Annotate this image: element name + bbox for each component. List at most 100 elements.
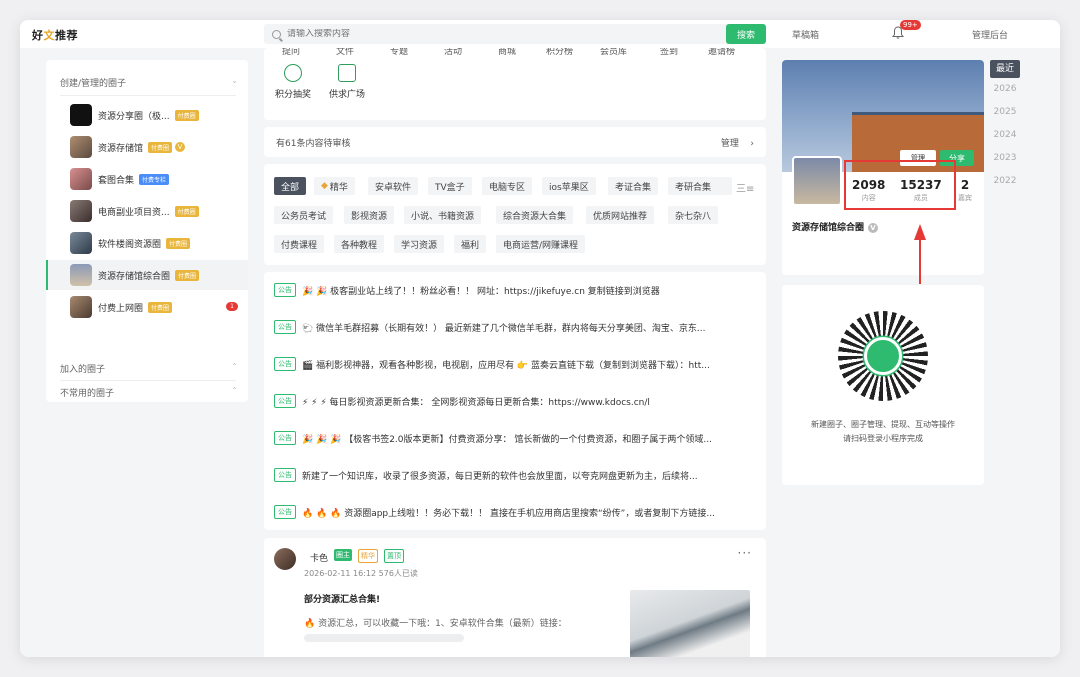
nav-item[interactable]: 文件	[336, 48, 354, 57]
category-tag[interactable]: ios苹果区	[542, 177, 596, 195]
category-tag[interactable]: 电脑专区	[482, 177, 533, 195]
sidebar-item-circle[interactable]: 电商副业项目资... 付费圈	[46, 196, 248, 226]
owner-tag: 圈主	[334, 549, 352, 561]
nav-item-market[interactable]: 供求广场	[327, 64, 367, 100]
announcement-item[interactable]: 公告 🐑 微信羊毛群招募（长期有效！） 最近新建了几个微信羊毛群，群内将每天分享美…	[274, 319, 756, 335]
category-tag-featured[interactable]: ◆ 精华	[314, 177, 355, 195]
category-tag[interactable]: 电商运营/网赚课程	[496, 235, 586, 253]
post-image[interactable]	[630, 590, 750, 657]
announcement-tag: 公告	[274, 394, 296, 408]
pending-review-text: 有61条内容待审核	[276, 138, 351, 149]
sidebar-item-circle[interactable]: 套图合集 付费专栏	[46, 164, 248, 194]
chevron-right-icon: ›	[750, 138, 754, 149]
wheel-icon	[284, 64, 302, 82]
announcement-item[interactable]: 公告 🔥 🔥 🔥 资源圈app上线啦！！务必下载！！ 直接在手机应用商店里搜索“纷…	[274, 504, 756, 520]
post-card[interactable]: 卡色 圈主 精华 置顶 2026-02-11 16:12 576人已读 ··· …	[264, 538, 766, 657]
pending-review-bar[interactable]: 有61条内容待审核 管理 ›	[264, 127, 766, 157]
post-author[interactable]: 卡色	[310, 551, 328, 564]
category-tag-active[interactable]: 全部	[274, 177, 307, 195]
announcement-item[interactable]: 公告 🎉 🎉 极客副业站上线了！！粉丝必看！！ 网址：https://jikefu…	[274, 282, 756, 298]
category-tag[interactable]: TV盒子	[428, 177, 472, 195]
nav-item[interactable]: 专题	[390, 48, 408, 57]
manage-link[interactable]: 管理 ›	[721, 136, 754, 149]
year-item[interactable]: 2026	[990, 78, 1020, 101]
category-tag[interactable]: 小说、书籍资源	[404, 206, 482, 224]
nav-item[interactable]: 活动	[444, 48, 462, 57]
top-header: 好文推荐 搜索 草稿箱 99+ 管理后台	[20, 20, 1060, 48]
sidebar-item-circle[interactable]: 软件楼阁资源圈 付费圈	[46, 228, 248, 258]
chevron-up-icon[interactable]: ⌃	[231, 386, 238, 395]
drafts-link[interactable]: 草稿箱	[792, 28, 819, 41]
announcement-item[interactable]: 公告 🎉 🎉 🎉 【极客书签2.0版本更新】付费资源分享： 馆长新做的一个付费资源…	[274, 430, 756, 446]
announcement-item[interactable]: 公告 新建了一个知识库，收录了很多资源，每日更新的软件也会放里面，以夸克网盘更新为…	[274, 467, 756, 483]
site-logo[interactable]: 好文推荐	[32, 27, 78, 43]
chevron-up-icon[interactable]: ⌃	[231, 362, 238, 371]
nav-item[interactable]: 商城	[498, 48, 516, 57]
diamond-icon: ◆	[321, 181, 328, 191]
category-tag[interactable]: 考研合集	[668, 177, 732, 195]
search-button[interactable]: 搜索	[726, 24, 766, 44]
sidebar-item-circle-active[interactable]: 资源存储馆综合圈 付费圈	[46, 260, 248, 290]
market-icon	[338, 64, 356, 82]
category-tag[interactable]: 杂七杂八	[668, 206, 719, 224]
category-tag[interactable]: 付费课程	[274, 235, 325, 253]
announcement-item[interactable]: 公告 ⚡ ⚡ ⚡ 每日影视资源更新合集： 全网影视资源每日更新合集：https:/…	[274, 393, 756, 409]
sidebar-item-circle[interactable]: 付费上网圈 付费圈 1	[46, 292, 248, 322]
announcement-tag: 公告	[274, 431, 296, 445]
sidebar-item-circle[interactable]: 资源存储馆 付费圈 V	[46, 132, 248, 162]
circle-thumbnail	[70, 200, 92, 222]
more-categories-icon[interactable]: 三≡	[736, 180, 754, 195]
section-joined-title[interactable]: 加入的圈子	[60, 362, 105, 375]
search-box[interactable]	[264, 24, 764, 44]
circle-thumbnail	[70, 296, 92, 318]
divider	[60, 380, 236, 381]
admin-link[interactable]: 管理后台	[972, 28, 1008, 41]
announcement-tag: 公告	[274, 357, 296, 371]
section-created-title[interactable]: 创建/管理的圈子	[60, 76, 126, 89]
more-options-icon[interactable]: ···	[738, 546, 752, 560]
circle-avatar	[792, 156, 842, 206]
divider	[60, 95, 236, 96]
nav-item-lottery[interactable]: 积分抽奖	[273, 64, 313, 100]
feature-nav-card: 提问 文件 专题 活动 商城 积分榜 会员库 签到 邀请榜 积分抽奖 供求广场	[264, 48, 766, 120]
category-tag[interactable]: 优质网站推荐	[586, 206, 655, 224]
chevron-down-icon[interactable]: ⌄	[231, 76, 238, 85]
author-avatar[interactable]	[274, 548, 296, 570]
year-item[interactable]: 2025	[990, 101, 1020, 124]
post-title[interactable]: 部分资源汇总合集!	[304, 592, 380, 605]
year-item[interactable]: 2024	[990, 124, 1020, 147]
circle-name: 电商副业项目资...	[98, 207, 170, 218]
nav-item[interactable]: 会员库	[600, 48, 627, 57]
category-tag[interactable]: 安卓软件	[368, 177, 419, 195]
stat-guests[interactable]: 2 嘉宾	[958, 178, 972, 203]
sidebar-item-circle[interactable]: 资源分享圈（极... 付费圈	[46, 100, 248, 130]
mini-program-logo	[864, 337, 902, 375]
year-item[interactable]: 2023	[990, 147, 1020, 170]
category-tag[interactable]: 影视资源	[344, 206, 395, 224]
category-tag[interactable]: 综合资源大合集	[496, 206, 574, 224]
circle-name: 付费上网圈	[98, 303, 144, 314]
qr-code[interactable]	[838, 311, 928, 401]
qr-hint-line2: 请扫码登录小程序完成	[843, 434, 923, 443]
section-unused-title[interactable]: 不常用的圈子	[60, 386, 114, 399]
search-input[interactable]	[287, 29, 707, 39]
year-item[interactable]: 2022	[990, 170, 1020, 193]
announcement-text: 🎉 🎉 🎉 【极客书签2.0版本更新】付费资源分享： 馆长新做的一个付费资源，和…	[302, 434, 712, 445]
category-tag[interactable]: 公务员考试	[274, 206, 334, 224]
circle-name: 资源存储馆综合圈	[98, 271, 171, 282]
category-tag[interactable]: 考证合集	[608, 177, 659, 195]
announcement-item[interactable]: 公告 🎬 福利影视神器，观看各种影视，电视剧，应用尽有 👉 蓝奏云直链下载（复制到…	[274, 356, 756, 372]
category-tag[interactable]: 各种教程	[334, 235, 385, 253]
announcement-text: ⚡ ⚡ ⚡ 每日影视资源更新合集： 全网影视资源每日更新合集：https://w…	[302, 397, 650, 408]
nav-item[interactable]: 邀请榜	[708, 48, 735, 57]
nav-item[interactable]: 积分榜	[546, 48, 573, 57]
category-tag[interactable]: 学习资源	[394, 235, 445, 253]
nav-item[interactable]: 签到	[660, 48, 678, 57]
nav-item[interactable]: 提问	[282, 48, 300, 57]
announcement-tag: 公告	[274, 505, 296, 519]
circle-thumbnail	[70, 168, 92, 190]
category-tag[interactable]: 福利	[454, 235, 487, 253]
circle-title: 资源存储馆综合圈 V	[792, 220, 879, 233]
year-item-recent[interactable]: 最近	[990, 60, 1020, 78]
feature-nav-top-row: 提问 文件 专题 活动 商城 积分榜 会员库 签到 邀请榜	[264, 48, 766, 60]
